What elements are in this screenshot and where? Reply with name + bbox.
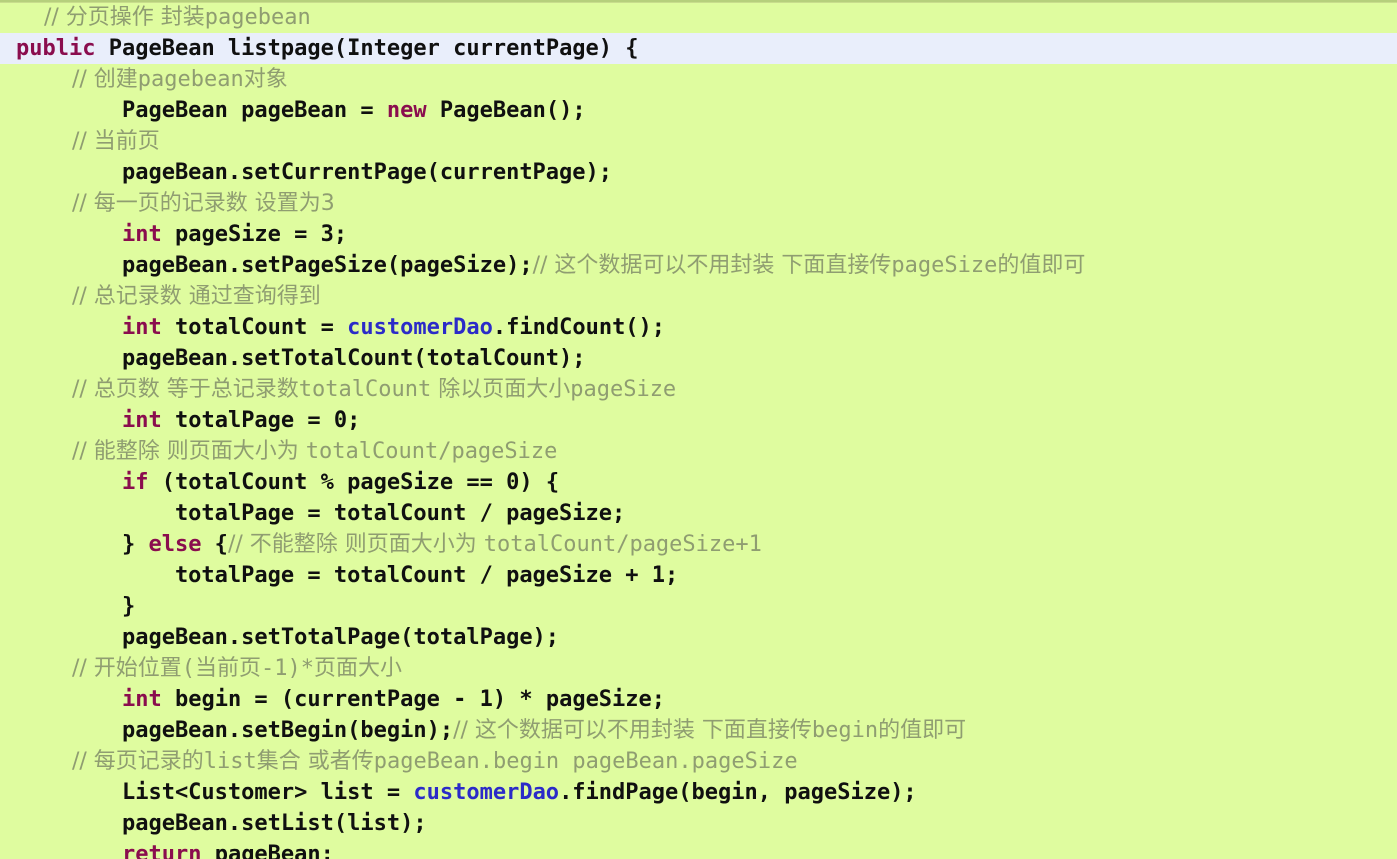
comment-token: // 当前页 — [16, 129, 160, 154]
field-customerdao: customerDao — [347, 315, 493, 340]
code-line-4[interactable]: PageBean pageBean = new PageBean(); — [0, 95, 1397, 126]
code-text: totalPage = 0; — [161, 408, 361, 433]
comment-token: // 每页记录的list集合 或者传pageBean.begin pageBea… — [16, 749, 798, 774]
code-line-3[interactable]: // 创建pagebean对象 — [0, 64, 1397, 95]
code-line-17[interactable]: totalPage = totalCount / pageSize; — [0, 498, 1397, 529]
code-line-26[interactable]: List<Customer> list = customerDao.findPa… — [0, 777, 1397, 808]
code-line-15[interactable]: // 能整除 则页面大小为 totalCount/pageSize — [0, 436, 1397, 467]
comment-token: // 分页操作 封装pagebean — [16, 5, 311, 30]
code-text: begin = (currentPage - 1) * pageSize; — [161, 687, 666, 712]
code-text: totalCount = — [161, 315, 348, 340]
code-text: PageBean(); — [426, 98, 586, 123]
code-line-2-highlighted[interactable]: public PageBean listpage(Integer current… — [0, 33, 1397, 64]
code-line-14[interactable]: int totalPage = 0; — [0, 405, 1397, 436]
keyword-new: new — [386, 98, 427, 123]
keyword-else: else — [148, 532, 202, 557]
code-text: .findCount(); — [492, 315, 666, 340]
comment-token: // 不能整除 则页面大小为 totalCount/pageSize+1 — [227, 532, 762, 557]
keyword-int: int — [121, 687, 162, 712]
code-text: PageBean pageBean = — [16, 98, 387, 123]
code-line-24[interactable]: pageBean.setBegin(begin);// 这个数据可以不用封装 下… — [0, 715, 1397, 746]
code-line-6[interactable]: pageBean.setCurrentPage(currentPage); — [0, 157, 1397, 188]
code-text: pageBean.setTotalCount(totalCount); — [16, 346, 586, 371]
code-line-12[interactable]: pageBean.setTotalCount(totalCount); — [0, 343, 1397, 374]
code-text: pageBean.setTotalPage(totalPage); — [16, 625, 560, 650]
code-line-7[interactable]: // 每一页的记录数 设置为3 — [0, 188, 1397, 219]
code-text: pageBean.setPageSize(pageSize); — [16, 253, 533, 278]
code-line-18[interactable]: } else {// 不能整除 则页面大小为 totalCount/pageSi… — [0, 529, 1397, 560]
code-line-5[interactable]: // 当前页 — [0, 126, 1397, 157]
code-line-28[interactable]: return pageBean; — [0, 839, 1397, 859]
code-line-23[interactable]: int begin = (currentPage - 1) * pageSize… — [0, 684, 1397, 715]
code-text: } — [16, 532, 149, 557]
code-text: .findPage(begin, pageSize); — [559, 780, 917, 805]
comment-token: // 每一页的记录数 设置为3 — [16, 191, 335, 216]
keyword-int: int — [121, 315, 162, 340]
comment-token: // 开始位置(当前页-1)*页面大小 — [16, 656, 403, 681]
code-text: { — [201, 532, 228, 557]
code-text: totalPage = totalCount / pageSize + 1; — [16, 563, 679, 588]
code-line-19[interactable]: totalPage = totalCount / pageSize + 1; — [0, 560, 1397, 591]
field-customerdao: customerDao — [413, 780, 560, 805]
code-text: pageBean.setBegin(begin); — [16, 718, 454, 743]
code-line-11[interactable]: int totalCount = customerDao.findCount()… — [0, 312, 1397, 343]
comment-token: // 能整除 则页面大小为 totalCount/pageSize — [16, 439, 558, 464]
code-line-21[interactable]: pageBean.setTotalPage(totalPage); — [0, 622, 1397, 653]
comment-token: // 这个数据可以不用封装 下面直接传pageSize的值即可 — [532, 253, 1086, 278]
keyword-return: return — [121, 842, 202, 859]
code-line-1[interactable]: // 分页操作 封装pagebean — [0, 2, 1397, 33]
code-text: pageBean.setCurrentPage(currentPage); — [16, 160, 613, 185]
code-line-8[interactable]: int pageSize = 3; — [0, 219, 1397, 250]
code-line-25[interactable]: // 每页记录的list集合 或者传pageBean.begin pageBea… — [0, 746, 1397, 777]
code-line-13[interactable]: // 总页数 等于总记录数totalCount 除以页面大小pageSize — [0, 374, 1397, 405]
keyword-int: int — [121, 408, 162, 433]
code-text: pageBean.setList(list); — [16, 811, 427, 836]
comment-token: // 总页数 等于总记录数totalCount 除以页面大小pageSize — [16, 377, 677, 402]
code-line-22[interactable]: // 开始位置(当前页-1)*页面大小 — [0, 653, 1397, 684]
keyword-public: public — [16, 36, 96, 61]
code-line-27[interactable]: pageBean.setList(list); — [0, 808, 1397, 839]
code-text: totalPage = totalCount / pageSize; — [16, 501, 626, 526]
keyword-int: int — [121, 222, 162, 247]
code-text: pageBean; — [201, 842, 334, 859]
code-text: pageSize = 3; — [161, 222, 348, 247]
comment-token: // 这个数据可以不用封装 下面直接传begin的值即可 — [453, 718, 967, 743]
comment-token: // 总记录数 通过查询得到 — [16, 284, 321, 309]
code-text: } — [16, 594, 136, 619]
code-text: List<Customer> list = — [16, 780, 414, 805]
code-line-20[interactable]: } — [0, 591, 1397, 622]
comment-token: // 创建pagebean对象 — [16, 67, 288, 92]
code-text: (totalCount % pageSize == 0) { — [148, 470, 560, 495]
code-line-9[interactable]: pageBean.setPageSize(pageSize);// 这个数据可以… — [0, 250, 1397, 281]
code-line-16[interactable]: if (totalCount % pageSize == 0) { — [0, 467, 1397, 498]
code-editor-viewport[interactable]: // 分页操作 封装pagebean public PageBean listp… — [0, 0, 1397, 859]
code-text: PageBean listpage(Integer currentPage) { — [95, 36, 639, 61]
code-line-10[interactable]: // 总记录数 通过查询得到 — [0, 281, 1397, 312]
keyword-if: if — [121, 470, 149, 495]
